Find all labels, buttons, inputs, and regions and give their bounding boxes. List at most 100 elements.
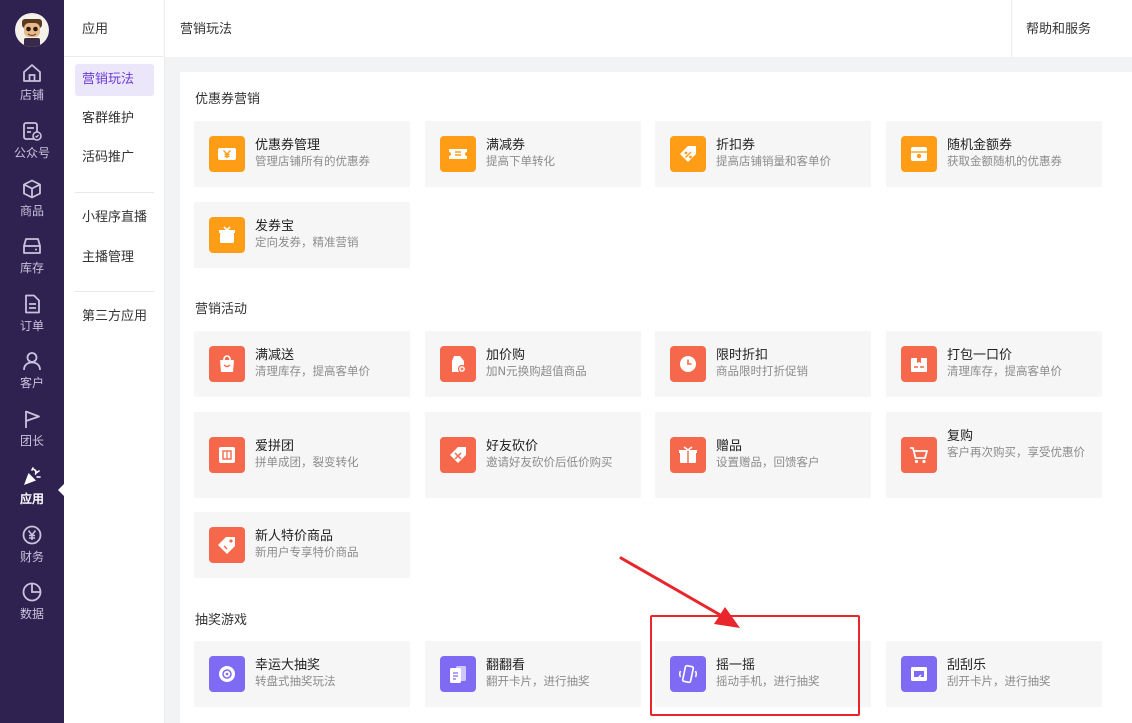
gift-box-icon: [209, 217, 245, 253]
subnav-item-customer-groups[interactable]: 客群维护: [75, 103, 154, 135]
app-card-name: 打包一口价: [947, 348, 1013, 363]
flag-icon: [25, 410, 40, 428]
app-card-discount-coupon[interactable]: 折扣券 提高店铺销量和客单价: [655, 121, 871, 187]
app-card-flash-discount[interactable]: 限时折扣 商品限时打折促销: [655, 331, 871, 397]
rail-label-leader: 团长: [19, 434, 44, 448]
app-card-desc: 定向发券，精准营销: [255, 235, 359, 249]
main-nav-rail: 店铺 公众号 商品 库存 订单 客户 团长 应用 财务 数据: [0, 0, 65, 723]
app-card-coupon-management[interactable]: 优惠券管理 管理店铺所有的优惠券: [194, 121, 410, 187]
subnav-item-live-code[interactable]: 活码推广: [75, 142, 154, 174]
bargain-icon: [440, 437, 476, 473]
app-card-name: 加价购: [486, 348, 526, 363]
app-card-name: 赠品: [716, 439, 743, 454]
app-card-name: 限时折扣: [716, 348, 769, 363]
app-card-flip-cards[interactable]: 翻翻看 翻开卡片，进行抽奖: [425, 641, 641, 707]
app-card-desc: 获取金额随机的优惠券: [947, 154, 1062, 168]
help-and-service-link[interactable]: 帮助和服务: [1026, 18, 1091, 37]
subnav-item-anchor-management[interactable]: 主播管理: [75, 242, 154, 274]
app-card-desc: 翻开卡片，进行抽奖: [486, 674, 590, 688]
app-card-name: 新人特价商品: [255, 529, 334, 544]
app-card-group-buy[interactable]: 爱拼团 拼单成团，裂变转化: [194, 412, 410, 498]
app-card-name: 好友砍价: [486, 439, 539, 454]
rail-label-data: 数据: [19, 607, 44, 621]
app-card-new-user-special[interactable]: 新人特价商品 新用户专享特价商品: [194, 512, 410, 578]
app-card-name: 发券宝: [255, 219, 295, 234]
app-card-desc: 商品限时打折促销: [716, 364, 808, 378]
rail-label-orders: 订单: [19, 319, 44, 333]
rail-item-leader[interactable]: 团长: [0, 408, 64, 464]
app-card-desc: 转盘式抽奖玩法: [255, 674, 336, 688]
group-buy-icon: [209, 437, 245, 473]
rail-item-apps[interactable]: 应用: [0, 466, 64, 522]
new-user-tag-icon: [209, 527, 245, 563]
package-icon: [901, 346, 937, 382]
app-card-name: 优惠券管理: [255, 138, 321, 153]
app-card-lucky-draw[interactable]: 幸运大抽奖 转盘式抽奖玩法: [194, 641, 410, 707]
app-card-desc: 拼单成团，裂变转化: [255, 455, 359, 469]
box-icon: [23, 179, 41, 199]
rail-label-apps: 应用: [19, 492, 44, 506]
app-card-name: 满减送: [255, 348, 295, 363]
app-card-desc: 新用户专享特价商品: [255, 545, 359, 559]
price-tag-plus-icon: [440, 346, 476, 382]
rail-label-stock: 库存: [19, 261, 44, 275]
app-card-friend-bargain[interactable]: 好友砍价 邀请好友砍价后低价购买: [425, 412, 641, 498]
rail-label-official-account: 公众号: [13, 146, 50, 160]
app-card-name: 复购: [947, 429, 974, 444]
sub-nav-title: 应用: [82, 22, 109, 37]
rail-item-customers[interactable]: 客户: [0, 350, 64, 406]
page-title: 营销玩法: [180, 22, 233, 37]
rail-label-goods: 商品: [19, 204, 44, 218]
inventory-icon: [23, 238, 41, 254]
divider: [75, 291, 154, 292]
app-card-name: 幸运大抽奖: [255, 658, 321, 673]
section-title-coupons: 优惠券营销: [195, 92, 261, 107]
subnav-item-third-party-apps[interactable]: 第三方应用: [75, 301, 154, 333]
app-card-desc: 清理库存，提高客单价: [255, 364, 370, 378]
rail-label-customers: 客户: [19, 376, 44, 390]
app-card-add-on-purchase[interactable]: 加价购 加N元换购超值商品: [425, 331, 641, 397]
app-card-name: 满减券: [486, 138, 526, 153]
app-card-desc: 刮开卡片，进行抽奖: [947, 674, 1051, 688]
rail-item-store[interactable]: 店铺: [0, 62, 64, 118]
rail-item-goods[interactable]: 商品: [0, 178, 64, 234]
app-card-coupon-distributor[interactable]: 发券宝 定向发券，精准营销: [194, 202, 410, 268]
divider: [1011, 0, 1012, 57]
app-card-desc: 设置赠品，回馈客户: [716, 455, 820, 469]
rail-item-official-account[interactable]: 公众号: [0, 120, 64, 176]
app-card-desc: 清理库存，提高客单价: [947, 364, 1062, 378]
document-icon: [25, 294, 40, 314]
clock-icon: [670, 346, 706, 382]
coupon-yen-icon: [209, 136, 245, 172]
app-card-desc: 提高店铺销量和客单价: [716, 154, 831, 168]
subnav-item-marketing[interactable]: 营销玩法: [75, 64, 154, 96]
avatar[interactable]: [15, 13, 49, 47]
rail-item-orders[interactable]: 订单: [0, 293, 64, 349]
annotation-highlight-box: [650, 615, 860, 716]
flip-cards-icon: [440, 656, 476, 692]
app-card-name: 刮刮乐: [947, 658, 987, 673]
user-icon: [23, 352, 41, 371]
official-account-icon: [23, 122, 42, 141]
app-card-scratch-card[interactable]: 刮刮乐 刮开卡片，进行抽奖: [886, 641, 1102, 707]
rail-label-finance: 财务: [19, 550, 44, 564]
subnav-item-mini-program-live[interactable]: 小程序直播: [75, 202, 154, 234]
app-card-repurchase[interactable]: 复购 客户再次购买，享受优惠价: [886, 412, 1102, 498]
app-card-full-reduction-gift[interactable]: 满减送 清理库存，提高客单价: [194, 331, 410, 397]
app-card-bundle-price[interactable]: 打包一口价 清理库存，提高客单价: [886, 331, 1102, 397]
rail-item-stock[interactable]: 库存: [0, 235, 64, 291]
rail-item-data[interactable]: 数据: [0, 581, 64, 637]
app-card-desc: 管理店铺所有的优惠券: [255, 154, 370, 168]
app-card-full-reduction-coupon[interactable]: 满减券 提高下单转化: [425, 121, 641, 187]
divider: [75, 192, 154, 193]
pie-chart-icon: [22, 582, 42, 602]
section-title-activities: 营销活动: [195, 302, 248, 317]
app-card-desc: 客户再次购买，享受优惠价: [947, 445, 1085, 459]
divider: [64, 56, 165, 57]
app-card-gift[interactable]: 赠品 设置赠品，回馈客户: [655, 412, 871, 498]
rail-item-finance[interactable]: 财务: [0, 524, 64, 580]
app-card-name: 爱拼团: [255, 439, 295, 454]
app-card-desc: 加N元换购超值商品: [486, 364, 587, 378]
app-card-random-coupon[interactable]: 随机金额券 获取金额随机的优惠券: [886, 121, 1102, 187]
rail-label-store: 店铺: [19, 88, 44, 102]
